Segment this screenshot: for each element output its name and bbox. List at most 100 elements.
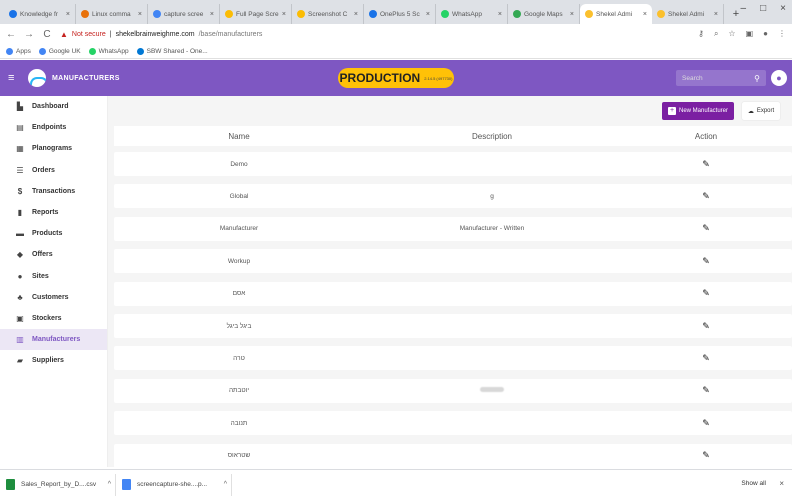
new-manufacturer-label: New Manufacturer xyxy=(678,108,729,114)
extension-icon[interactable]: ▣ xyxy=(746,29,754,39)
browser-tab[interactable]: Screenshot C × xyxy=(292,4,364,24)
edit-pencil-icon[interactable]: ✎ xyxy=(702,288,710,299)
back-icon[interactable]: ← xyxy=(6,29,16,40)
table-row[interactable]: Demo ✎ xyxy=(114,152,792,176)
table-row[interactable]: טרה ✎ xyxy=(114,346,792,371)
column-header-name[interactable]: Name xyxy=(114,132,364,141)
sidebar-item-products[interactable]: ▬ Products xyxy=(0,223,107,244)
edit-pencil-icon[interactable]: ✎ xyxy=(702,191,710,202)
tab-close-icon[interactable]: × xyxy=(426,11,430,18)
table-row[interactable]: יוטבתה ✎ xyxy=(114,378,792,403)
table-row[interactable]: אסם ✎ xyxy=(114,281,792,306)
menu-icon[interactable]: ⋮ xyxy=(778,29,786,39)
download-filename: Sales_Report_by_D....csv xyxy=(21,481,97,488)
reload-icon[interactable]: C xyxy=(42,29,52,40)
sidebar-item-customers[interactable]: ♣ Customers xyxy=(0,287,107,308)
tab-close-icon[interactable]: × xyxy=(210,11,214,18)
table-row[interactable]: Manufacturer Manufacturer - Written ✎ xyxy=(114,216,792,241)
sidebar-item-offers[interactable]: ◆ Offers xyxy=(0,244,107,265)
edit-pencil-icon[interactable]: ✎ xyxy=(702,450,710,461)
address-bar: ← → C ▲ Not secure | shekelbrainweighme.… xyxy=(0,24,792,44)
tab-close-icon[interactable]: × xyxy=(643,11,647,18)
zoom-icon[interactable]: ⌕ xyxy=(714,29,718,39)
sidebar-item-stockers[interactable]: ▣ Stockers xyxy=(0,308,107,329)
tab-close-icon[interactable]: × xyxy=(282,11,286,18)
table-row[interactable]: Workup ✎ xyxy=(114,249,792,274)
forward-icon[interactable]: → xyxy=(24,29,34,40)
bookmark-item[interactable]: Google UK xyxy=(38,47,81,55)
browser-tab[interactable]: Google Maps × xyxy=(508,4,580,24)
minimize-button[interactable]: – xyxy=(741,3,747,14)
bookmark-item[interactable]: WhatsApp xyxy=(88,47,129,55)
search-icon[interactable]: ⚲ xyxy=(754,74,760,83)
sidebar-item-label: Manufacturers xyxy=(32,336,81,344)
key-icon[interactable]: ⚷ xyxy=(698,29,704,39)
sidebar-item-orders[interactable]: ☰ Orders xyxy=(0,160,107,181)
tab-label: Screenshot C xyxy=(308,10,348,18)
sidebar-item-transactions[interactable]: $ Transactions xyxy=(0,181,107,202)
edit-pencil-icon[interactable]: ✎ xyxy=(702,418,710,429)
download-item[interactable]: screencapture-she....p... ^ xyxy=(122,473,232,496)
sidebar-item-sites[interactable]: ● Sites xyxy=(0,266,107,287)
bookmark-icon xyxy=(38,47,46,55)
edit-pencil-icon[interactable]: ✎ xyxy=(702,321,710,332)
url-field[interactable]: ▲ Not secure | shekelbrainweighme.com/ba… xyxy=(60,30,690,39)
sidebar-item-label: Sites xyxy=(32,272,49,280)
tab-close-icon[interactable]: × xyxy=(570,11,574,18)
sidebar-item-manufacturers[interactable]: ▥ Manufacturers xyxy=(0,329,107,351)
bookmark-item[interactable]: SBW Shared - One... xyxy=(136,47,208,55)
sidebar-item-label: Products xyxy=(32,230,63,238)
chevron-up-icon[interactable]: ^ xyxy=(224,481,227,488)
browser-tab[interactable]: WhatsApp × xyxy=(436,4,508,24)
profile-icon[interactable]: ● xyxy=(763,29,768,39)
table-row[interactable]: שטראוס ✎ xyxy=(114,443,792,468)
browser-tab[interactable]: OnePlus 5 Sc × xyxy=(364,4,436,24)
browser-tab[interactable]: Shekel Admi × xyxy=(652,4,724,24)
sidebar-item-planograms[interactable]: ▦ Planograms xyxy=(0,138,107,159)
tab-close-icon[interactable]: × xyxy=(354,11,358,18)
edit-pencil-icon[interactable]: ✎ xyxy=(702,223,710,234)
maximize-button[interactable]: □ xyxy=(760,3,766,14)
sidebar-item-endpoints[interactable]: ▤ Endpoints xyxy=(0,117,107,138)
table-row[interactable]: ביגל ביגל ✎ xyxy=(114,314,792,338)
cloud-upload-icon: ☁ xyxy=(747,108,754,115)
close-downloads-icon[interactable]: × xyxy=(779,479,784,488)
tab-close-icon[interactable]: × xyxy=(138,11,142,18)
browser-tab[interactable]: capture scree × xyxy=(148,4,220,24)
star-icon[interactable]: ☆ xyxy=(728,29,735,39)
chevron-up-icon[interactable]: ^ xyxy=(108,481,111,488)
security-label: Not secure xyxy=(71,30,106,38)
browser-tab[interactable]: Shekel Admi × xyxy=(580,4,652,24)
edit-pencil-icon[interactable]: ✎ xyxy=(702,256,710,267)
tab-favicon-icon xyxy=(225,10,233,18)
edit-pencil-icon[interactable]: ✎ xyxy=(702,159,710,170)
show-all-button[interactable]: Show all xyxy=(741,480,766,487)
file-icon xyxy=(6,479,15,490)
edit-pencil-icon[interactable]: ✎ xyxy=(702,385,710,396)
tab-close-icon[interactable]: × xyxy=(498,11,502,18)
new-manufacturer-button[interactable]: + New Manufacturer xyxy=(662,102,734,120)
cell-action: ✎ xyxy=(620,450,792,461)
user-avatar-icon[interactable]: ● xyxy=(771,70,787,86)
tab-close-icon[interactable]: × xyxy=(714,11,718,18)
sidebar-item-suppliers[interactable]: ▰ Suppliers xyxy=(0,350,107,371)
table-row[interactable]: תנובה ✎ xyxy=(114,411,792,436)
cell-name: אסם xyxy=(232,290,246,298)
close-window-button[interactable]: × xyxy=(780,3,786,14)
browser-tab[interactable]: Full Page Scre × xyxy=(220,4,292,24)
bookmark-item[interactable]: Apps xyxy=(6,47,31,55)
edit-pencil-icon[interactable]: ✎ xyxy=(702,353,710,364)
search-input[interactable]: Search ⚲ xyxy=(676,70,766,86)
sidebar-item-dashboard[interactable]: ▙ Dashboard xyxy=(0,96,107,117)
hamburger-menu-icon[interactable]: ≡ xyxy=(8,72,22,84)
column-header-description[interactable]: Description xyxy=(364,132,620,141)
table-row[interactable]: Global g ✎ xyxy=(114,184,792,209)
download-item[interactable]: Sales_Report_by_D....csv ^ xyxy=(6,473,116,496)
browser-tab[interactable]: Knowledge fr × xyxy=(4,4,76,24)
bookmark-label: Google UK xyxy=(48,47,81,55)
browser-tab[interactable]: Linux comma × xyxy=(76,4,148,24)
export-button[interactable]: ☁ Export xyxy=(742,102,780,120)
tab-close-icon[interactable]: × xyxy=(66,11,70,18)
sidebar-item-reports[interactable]: ▮ Reports xyxy=(0,202,107,223)
version-label: 2.14.5 (497730) xyxy=(424,75,453,81)
